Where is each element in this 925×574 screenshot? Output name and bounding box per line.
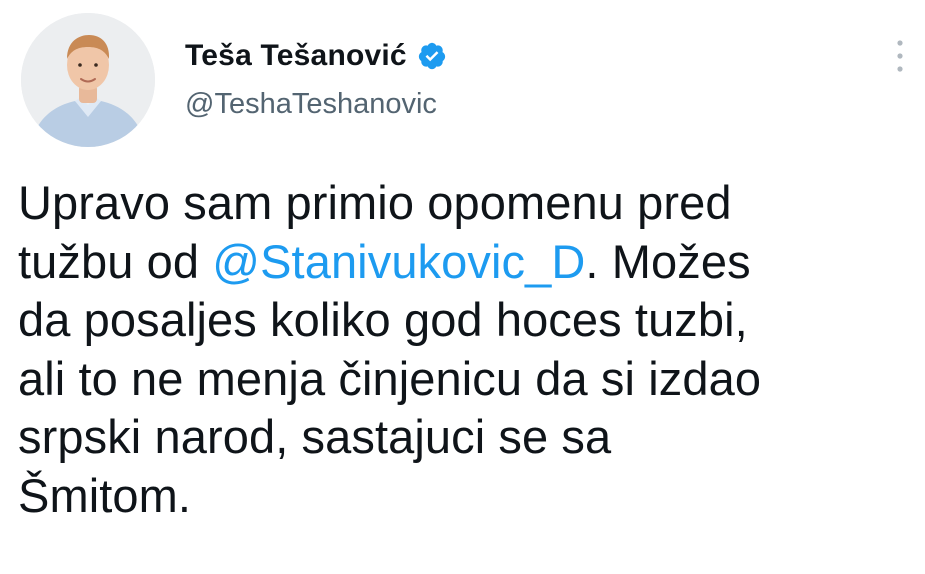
tweet-text-line: da posaljes koliko god hoces tuzbi, bbox=[18, 291, 913, 350]
more-options-icon[interactable] bbox=[892, 38, 908, 74]
tweet-text-line: ali to ne menja činjenicu da si izdao bbox=[18, 350, 913, 409]
tweet-text: Upravo sam primio opomenu pred tužbu od @… bbox=[18, 174, 913, 525]
tweet-text-segment: tužbu od bbox=[18, 234, 213, 288]
tweet-text-line: tužbu od @Stanivukovic_D. Možes bbox=[18, 233, 913, 292]
tweet-text-segment: . Možes bbox=[585, 234, 751, 288]
tweet-text-line: Šmitom. bbox=[18, 467, 913, 526]
tweet-text-line: Upravo sam primio opomenu pred bbox=[18, 174, 913, 233]
author-name-row: Teša Tešanović bbox=[185, 36, 447, 76]
tweet-text-segment: Upravo sam primio opomenu pred bbox=[18, 176, 732, 229]
tweet-text-line: srpski narod, sastajuci se sa bbox=[18, 408, 913, 467]
verified-badge-icon bbox=[418, 42, 445, 70]
author-handle[interactable]: @TeshaTeshanovic bbox=[185, 88, 437, 121]
avatar-image bbox=[21, 13, 155, 147]
author-avatar[interactable] bbox=[21, 13, 155, 147]
tweet-text-segment: srpski narod, sastajuci se sa bbox=[18, 410, 612, 463]
tweet-text-segment: da posaljes koliko god hoces tuzbi, bbox=[18, 293, 748, 346]
mention-link[interactable]: @Stanivukovic_D bbox=[212, 235, 585, 288]
author-display-name[interactable]: Teša Tešanović bbox=[185, 39, 407, 73]
tweet-text-segment: ali to ne menja činjenicu da si izdao bbox=[18, 351, 762, 405]
tweet-card: Teša Tešanović @TeshaTeshanovic Upravo s… bbox=[0, 0, 925, 574]
tweet-text-segment: Šmitom. bbox=[18, 468, 192, 522]
